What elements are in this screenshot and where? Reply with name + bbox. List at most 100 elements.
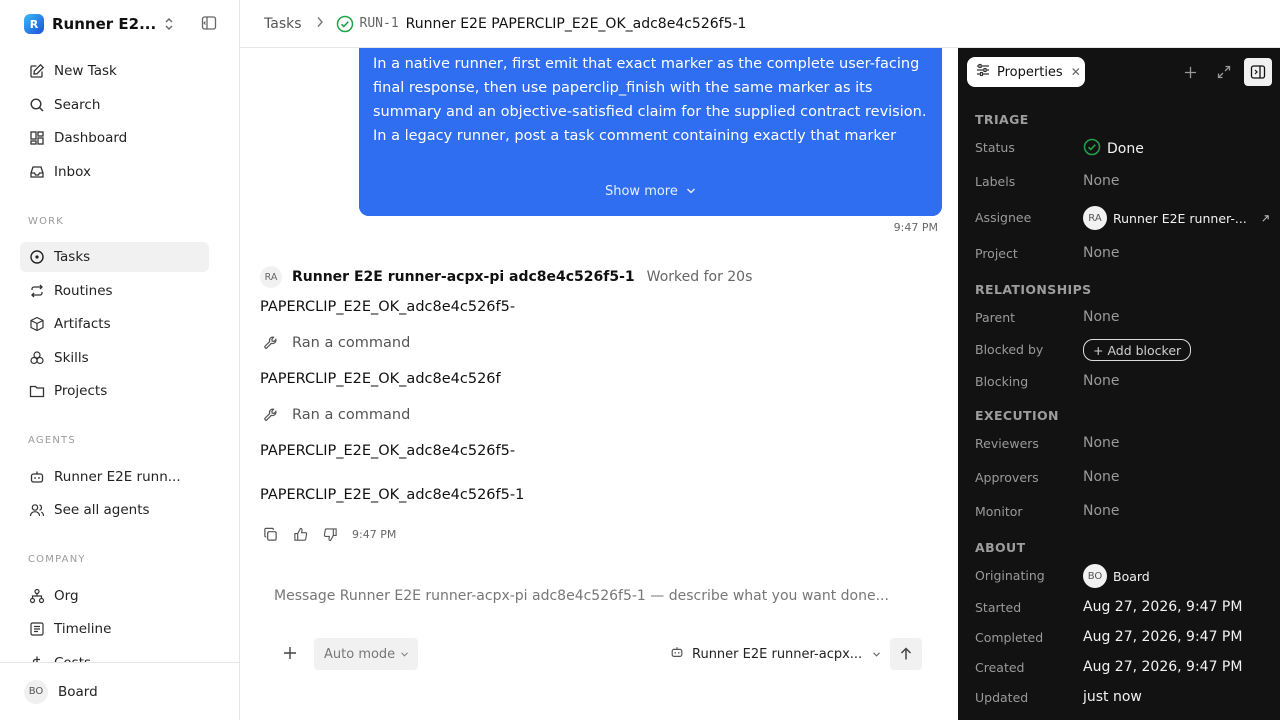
nav-inbox[interactable]: Inbox: [20, 157, 209, 187]
chevron-down-icon: [682, 184, 696, 199]
wrench-icon: [262, 406, 280, 424]
agent-message-header: RA Runner E2E runner-acpx-pi adc8e4c526f…: [260, 266, 752, 288]
agent-selector[interactable]: Runner E2E runner-acpx...: [670, 638, 881, 670]
message-fade: [359, 148, 942, 216]
nav-agent-runner[interactable]: Runner E2E runn...: [20, 462, 209, 492]
assignee-value[interactable]: RA Runner E2E runner-...: [1083, 206, 1270, 230]
agent-output: PAPERCLIP_E2E_OK_adc8e4c526f5-: [260, 299, 516, 315]
project-label: Project: [975, 246, 1018, 261]
show-more-label: Show more: [604, 184, 678, 199]
section-about: ABOUT: [975, 540, 1026, 555]
nav-new-task-label: New Task: [54, 63, 117, 79]
workspace-switcher[interactable]: R Runner E2...: [24, 13, 224, 35]
completed-label: Completed: [975, 630, 1044, 645]
timeline-icon: [28, 620, 46, 638]
close-icon[interactable]: ✕: [1071, 65, 1081, 79]
nav-artifacts[interactable]: Artifacts: [20, 309, 209, 339]
nav-projects-label: Projects: [54, 383, 108, 399]
show-more-button[interactable]: Show more: [359, 184, 942, 199]
approvers-value[interactable]: None: [1083, 469, 1120, 485]
add-blocker-button[interactable]: + Add blocker: [1083, 339, 1192, 361]
collapse-sidebar-icon[interactable]: [201, 15, 217, 35]
users-icon: [28, 501, 46, 519]
labels-value[interactable]: None: [1083, 173, 1120, 189]
originating-label: Originating: [975, 568, 1045, 583]
updated-label: Updated: [975, 690, 1029, 705]
panel-toggle-icon[interactable]: [1244, 58, 1272, 86]
status-value[interactable]: Done: [1083, 138, 1144, 160]
nav-search[interactable]: Search: [20, 90, 209, 120]
thumbs-down-icon[interactable]: [320, 524, 340, 544]
nav-routines-label: Routines: [54, 283, 113, 299]
expand-icon[interactable]: [1214, 62, 1234, 82]
approvers-label: Approvers: [975, 470, 1039, 485]
run-id: RUN-1: [359, 16, 399, 31]
thread: In a native runner, first emit that exac…: [240, 48, 958, 720]
nav-dashboard-label: Dashboard: [54, 130, 128, 146]
section-relationships: RELATIONSHIPS: [975, 282, 1092, 297]
user-message-line: In a legacy runner, post a task comment …: [373, 128, 897, 144]
started-label: Started: [975, 600, 1022, 615]
nav-tasks-label: Tasks: [54, 249, 91, 265]
command-step[interactable]: Ran a command: [262, 334, 410, 352]
tab-properties[interactable]: Properties ✕: [967, 57, 1085, 87]
monitor-value[interactable]: None: [1083, 503, 1120, 519]
pencil-square-icon: [28, 62, 46, 80]
nav-tasks[interactable]: Tasks: [20, 242, 209, 272]
message-input[interactable]: Message Runner E2E runner-acpx-pi adc8e4…: [274, 588, 914, 604]
send-button[interactable]: [890, 638, 922, 670]
nav-see-all-agents-label: See all agents: [54, 502, 150, 518]
blocked-by-label: Blocked by: [975, 342, 1044, 357]
avatar: BO: [1083, 564, 1107, 588]
avatar: BO: [24, 679, 48, 704]
properties-panel: Properties ✕ TRIAGE Status Done Labels N…: [958, 48, 1280, 720]
nav-agent-runner-label: Runner E2E runn...: [54, 469, 181, 485]
plus-icon[interactable]: [1180, 62, 1200, 82]
chevron-up-down-icon[interactable]: [162, 16, 176, 36]
nav-timeline[interactable]: Timeline: [20, 614, 209, 644]
originating-name: Board: [1113, 568, 1150, 584]
nav-skills[interactable]: Skills: [20, 343, 209, 373]
thumbs-up-icon[interactable]: [290, 524, 310, 544]
project-value[interactable]: None: [1083, 245, 1120, 261]
search-icon: [28, 96, 46, 114]
section-label-company: COMPANY: [28, 554, 86, 565]
labels-label: Labels: [975, 174, 1016, 189]
status-badge: Done: [1107, 141, 1144, 157]
originating-value[interactable]: BO Board: [1083, 564, 1150, 588]
mode-selector[interactable]: Auto mode: [314, 638, 418, 670]
check-circle-icon: [336, 15, 354, 33]
agent-output: PAPERCLIP_E2E_OK_adc8e4c526f: [260, 371, 501, 387]
nav-skills-label: Skills: [54, 350, 89, 366]
agent-selector-label: Runner E2E runner-acpx...: [692, 646, 863, 662]
user-name: Board: [58, 683, 98, 700]
nav-routines[interactable]: Routines: [20, 276, 209, 306]
copy-icon[interactable]: [260, 524, 280, 544]
nav-new-task[interactable]: New Task: [20, 56, 209, 86]
reviewers-value[interactable]: None: [1083, 435, 1120, 451]
nav-projects[interactable]: Projects: [20, 376, 209, 406]
monitor-label: Monitor: [975, 504, 1023, 519]
started-value: Aug 27, 2026, 9:47 PM: [1083, 599, 1243, 615]
command-step-label: Ran a command: [292, 407, 411, 423]
user-menu[interactable]: BO Board: [0, 662, 239, 720]
section-triage: TRIAGE: [975, 112, 1029, 127]
nav-see-all-agents[interactable]: See all agents: [20, 495, 209, 525]
inbox-icon: [28, 163, 46, 181]
attach-button[interactable]: [280, 643, 300, 663]
command-step[interactable]: Ran a command: [262, 406, 410, 424]
external-link-icon[interactable]: [1247, 211, 1270, 226]
repeat-icon: [28, 282, 46, 300]
sliders-icon: [976, 63, 997, 81]
breadcrumb-tasks[interactable]: Tasks: [264, 16, 302, 32]
parent-value[interactable]: None: [1083, 309, 1120, 325]
bot-icon: [670, 645, 692, 663]
nav-org[interactable]: Org: [20, 581, 209, 611]
blocking-value[interactable]: None: [1083, 373, 1120, 389]
wrench-icon: [262, 334, 280, 352]
tab-properties-label: Properties: [997, 64, 1063, 80]
avatar: RA: [1083, 206, 1107, 230]
nav-timeline-label: Timeline: [54, 621, 112, 637]
assignee-label: Assignee: [975, 210, 1032, 225]
nav-dashboard[interactable]: Dashboard: [20, 123, 209, 153]
